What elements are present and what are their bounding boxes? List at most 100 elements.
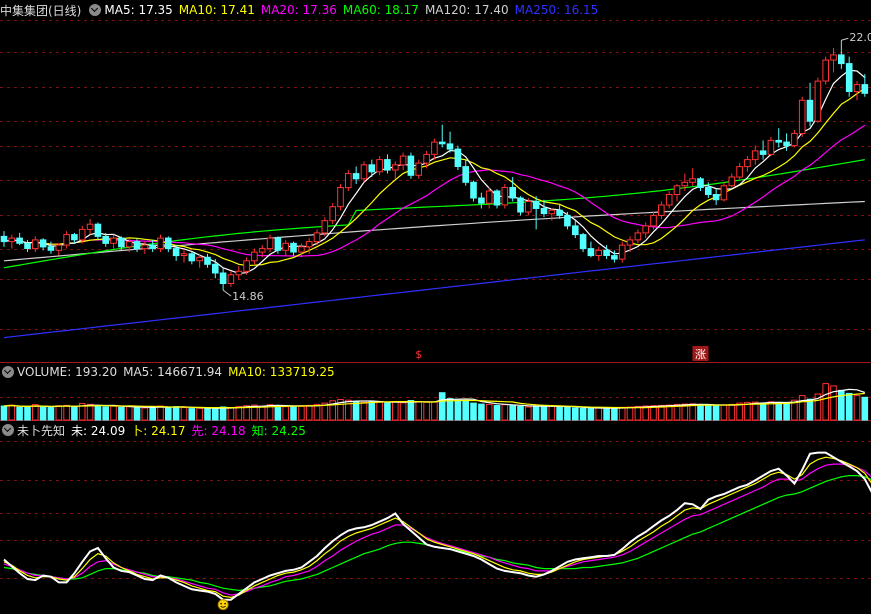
- ma-legend-label: MA5:: [104, 3, 135, 17]
- candle: [501, 187, 509, 206]
- low-price-label: 14.86: [232, 290, 264, 303]
- indicator-toggle-icon[interactable]: [2, 424, 14, 436]
- candle: [0, 235, 8, 243]
- volume-bar: [204, 408, 211, 421]
- candle: [431, 141, 438, 155]
- ma-legend-value: 16.15: [560, 3, 599, 17]
- volume-bar: [133, 407, 141, 421]
- candle: [86, 223, 94, 230]
- candle: [485, 190, 493, 204]
- ma-legend-label: MA20:: [260, 3, 299, 17]
- volume-bar: [509, 405, 516, 421]
- candle: [572, 225, 579, 236]
- volume-bar: [564, 406, 571, 421]
- ma-toggle-icon[interactable]: [89, 4, 102, 16]
- candle: [251, 251, 258, 262]
- candle: [861, 84, 869, 94]
- volume-bar: [86, 403, 94, 421]
- candle: [94, 223, 102, 237]
- ma-legend-item: MA10: 17.41: [179, 3, 255, 17]
- volume-toggle-icon[interactable]: [2, 366, 14, 378]
- candle: [525, 201, 532, 213]
- candle: [736, 166, 743, 178]
- indicator-legend-items: 未: 24.09 卜: 24.17 先: 24.18 知: 24.25: [71, 422, 312, 439]
- volume-bar: [548, 405, 556, 421]
- volume-bar: [94, 405, 102, 421]
- candle: [603, 249, 610, 257]
- volume-bar: [384, 402, 391, 421]
- high-pointer: [841, 37, 849, 41]
- candle: [853, 84, 861, 93]
- volume-bar: [634, 405, 642, 421]
- volume-bar: [618, 406, 626, 421]
- candle: [345, 173, 352, 189]
- candle: [47, 246, 55, 251]
- volume-bar: [697, 404, 704, 421]
- volume-legend-value: 146671.94: [153, 365, 223, 379]
- candle: [8, 237, 16, 243]
- volume-bar: [572, 407, 579, 421]
- candle: [595, 249, 603, 257]
- volume-bar: [446, 398, 454, 421]
- volume-bar: [352, 401, 360, 421]
- indicator-legend-item: 先: 24.18: [191, 422, 245, 439]
- volume-bar: [141, 407, 149, 421]
- volume-bar: [603, 407, 610, 421]
- candle: [478, 197, 485, 204]
- volume-bar: [728, 403, 736, 421]
- candle: [658, 204, 665, 216]
- candle: [110, 237, 117, 244]
- candle: [321, 220, 329, 234]
- volume-bar: [775, 401, 783, 421]
- volume-bar: [845, 392, 853, 421]
- candle: [712, 194, 720, 201]
- volume-bar: [376, 401, 383, 421]
- candle: [556, 209, 563, 216]
- ma-legend-label: MA60:: [342, 3, 381, 17]
- ma10-line: [3, 87, 866, 267]
- ma-legend-value: 17.36: [298, 3, 337, 17]
- ma250-line: [3, 239, 865, 339]
- volume-bar: [0, 405, 8, 421]
- volume-legend-label: MA5:: [123, 365, 154, 379]
- candle: [235, 270, 243, 276]
- main-legend: 中集集团(日线) MA5: 17.35 MA10: 17.41 MA20: 17.3…: [0, 2, 604, 18]
- volume-bar: [212, 407, 219, 421]
- volume-legend-label: MA10:: [228, 365, 266, 379]
- volume-bar: [16, 406, 23, 421]
- candle: [149, 244, 156, 250]
- volume-bar: [540, 404, 548, 421]
- candle: [32, 239, 39, 250]
- candle: [587, 248, 595, 257]
- volume-bar: [47, 407, 55, 421]
- candle: [407, 155, 415, 176]
- candle: [282, 242, 289, 251]
- candle: [125, 241, 133, 248]
- ma-legend-item: MA60: 18.17: [343, 3, 419, 17]
- dollar-marker: $: [415, 348, 422, 361]
- indicator-legend-label: 卜:: [131, 423, 148, 438]
- candle: [759, 150, 767, 155]
- candle: [227, 274, 235, 284]
- candle: [642, 225, 650, 234]
- candle: [274, 237, 282, 251]
- candle: [532, 201, 540, 209]
- candle: [243, 260, 250, 272]
- volume-bar: [556, 406, 563, 421]
- candle: [689, 178, 696, 183]
- candle: [462, 166, 469, 183]
- volume-bar: [118, 406, 125, 421]
- candle: [783, 141, 790, 147]
- volume-bar: [767, 401, 775, 421]
- volume-bar: [282, 406, 289, 421]
- volume-bar: [157, 405, 164, 421]
- volume-bar: [423, 401, 430, 421]
- candle: [438, 141, 446, 145]
- candle: [258, 248, 266, 253]
- volume-legend-value: 193.20: [71, 365, 118, 379]
- volume-bar: [32, 404, 39, 421]
- volume-bar: [525, 406, 532, 421]
- candle: [579, 234, 587, 250]
- volume-bar: [470, 402, 477, 421]
- volume-bar: [55, 405, 63, 421]
